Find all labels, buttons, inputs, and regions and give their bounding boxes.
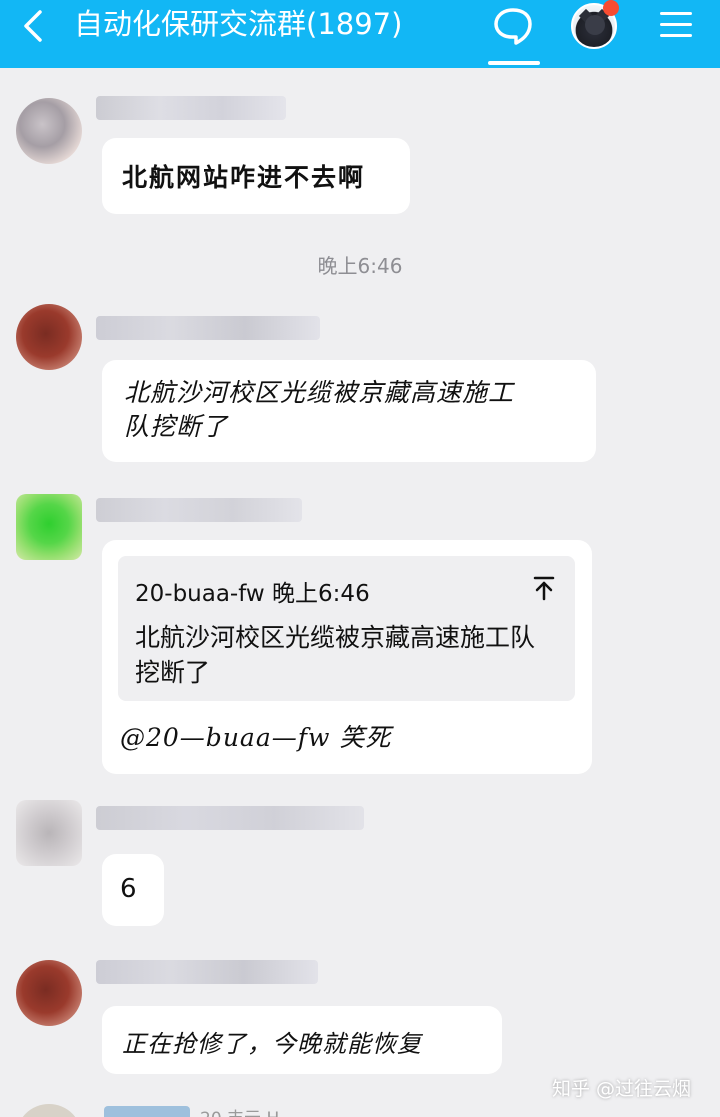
menu-button[interactable] <box>660 10 694 40</box>
chevron-left-icon <box>24 10 42 42</box>
quoted-header: 20-buaa-fw 晚上6:46 <box>135 574 370 608</box>
message-bubble[interactable]: 6 <box>102 854 164 926</box>
notification-dot <box>603 0 619 16</box>
quoted-author: 20-buaa-fw <box>135 581 265 607</box>
sender-avatar[interactable] <box>16 304 82 370</box>
message-text: 北航沙河校区光缆被京藏高速施工 队挖断了 <box>124 378 515 441</box>
sender-name[interactable] <box>96 316 320 340</box>
chat-bubble-icon <box>494 8 532 45</box>
chat-header: 自动化保研交流群(1897) <box>0 0 720 68</box>
message-text: @20—buaa—fw 笑死 <box>120 723 392 752</box>
active-tab-indicator <box>488 61 540 65</box>
chat-tab-button[interactable] <box>492 6 534 45</box>
message-text: 正在抢修了，今晚就能恢复 <box>122 1030 422 1058</box>
message-bubble[interactable]: 北航沙河校区光缆被京藏高速施工 队挖断了 <box>102 360 596 462</box>
quoted-time: 晚上6:46 <box>272 581 370 607</box>
sender-avatar[interactable] <box>16 1104 82 1117</box>
message-bubble[interactable]: 正在抢修了，今晚就能恢复 <box>102 1006 502 1074</box>
sender-name[interactable] <box>96 806 364 830</box>
sender-name[interactable] <box>96 960 318 984</box>
sender-avatar[interactable] <box>16 800 82 866</box>
sender-name[interactable] <box>96 498 302 522</box>
sender-avatar[interactable] <box>16 960 82 1026</box>
quoted-message[interactable]: 20-buaa-fw 晚上6:46 北航沙河校区光缆被京藏高速施工队挖断了 <box>118 556 575 701</box>
watermark: 知乎 @过往云烟 <box>552 1078 692 1100</box>
time-separator: 晚上6:46 <box>317 254 403 278</box>
sender-avatar[interactable] <box>16 494 82 560</box>
avatar-icon <box>585 15 605 35</box>
sender-name[interactable] <box>96 96 286 120</box>
message-text: 6 <box>120 874 137 904</box>
chat-screen: 自动化保研交流群(1897) 北航网站咋进不去啊 晚上6:46 北航沙河校区光缆… <box>0 0 720 1117</box>
sender-avatar[interactable] <box>16 98 82 164</box>
jump-to-message-icon[interactable] <box>533 575 555 601</box>
group-title: 自动化保研交流群(1897) <box>74 7 403 41</box>
back-button[interactable] <box>18 8 52 42</box>
message-text: 北航网站咋进不去啊 <box>122 163 366 192</box>
quoted-text: 北航沙河校区光缆被京藏高速施工队挖断了 <box>135 623 536 687</box>
sender-name[interactable]: 20 丰元 H <box>200 1104 279 1117</box>
message-bubble[interactable]: 北航网站咋进不去啊 <box>102 138 410 214</box>
member-title-badge <box>104 1106 190 1117</box>
